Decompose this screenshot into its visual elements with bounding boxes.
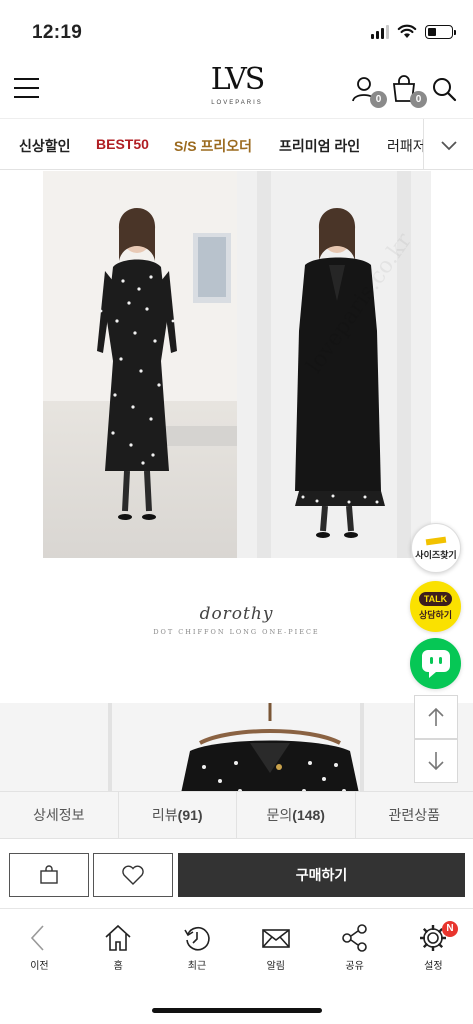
menu-icon[interactable] (14, 78, 39, 98)
home-icon (105, 924, 131, 951)
product-script-name: dorothy (199, 604, 274, 624)
status-icons (371, 24, 456, 39)
tab-related-label: 관련상품 (388, 807, 441, 823)
product-hero-image[interactable]: loveparis.co.kr (43, 171, 431, 558)
bottom-toolbar: 이전 홈 최근 알림 공유 N 설정 (0, 915, 473, 985)
tab-inquiries[interactable]: 문의 (148) (237, 792, 356, 838)
product-photo-coat: loveparis.co.kr (237, 171, 431, 558)
chat-bubble-icon (421, 649, 450, 678)
size-finder-label: 사이즈찾기 (415, 549, 457, 560)
tab-reviews-count: (91) (177, 807, 203, 823)
back-icon (31, 925, 44, 951)
tab-inquiries-label: 문의 (266, 807, 293, 823)
chevron-down-icon (440, 141, 457, 151)
tab-reviews[interactable]: 리뷰 (91) (119, 792, 237, 838)
battery-level (428, 27, 436, 36)
product-detail-image[interactable] (0, 703, 473, 798)
wifi-icon (397, 24, 417, 38)
brand-logo[interactable]: LVS LOVEPARIS (205, 62, 269, 106)
tab-details-label: 상세정보 (32, 807, 85, 823)
wishlist-button[interactable] (93, 853, 173, 897)
user-badge: 0 (370, 91, 387, 108)
header-icons: 0 0 (349, 74, 461, 108)
category-ss-preorder[interactable]: S/S 프리오더 (174, 136, 252, 156)
toolbar-home-label: 홈 (113, 961, 123, 972)
detail-tabs: 상세정보 리뷰 (91) 문의 (148) 관련상품 (0, 791, 473, 839)
home-indicator (152, 1008, 322, 1013)
product-photo-dress (43, 171, 237, 558)
toolbar-recent[interactable]: 최근 (158, 915, 237, 985)
category-expand-button[interactable] (423, 119, 473, 169)
heart-icon (122, 865, 144, 885)
cellular-signal-icon (371, 24, 389, 39)
toolbar-back-label: 이전 (30, 961, 49, 972)
toolbar-share-label: 공유 (345, 961, 364, 972)
category-nav: 신상할인 BEST50 S/S 프리오더 프리미엄 라인 러패저 (0, 118, 473, 170)
consult-label: 상담하기 (418, 610, 453, 620)
arrow-down-icon (428, 752, 444, 771)
product-script-subtitle: DOT CHIFFON LONG ONE-PIECE (153, 628, 320, 636)
logo-mark: LVS (210, 62, 266, 97)
cart-badge: 0 (410, 91, 427, 108)
add-to-cart-button[interactable] (9, 853, 89, 897)
tab-reviews-label: 리뷰 (151, 807, 178, 823)
toolbar-settings-label: 설정 (424, 961, 443, 972)
toolbar-back[interactable]: 이전 (0, 915, 79, 985)
shopping-bag-icon (40, 865, 58, 884)
toolbar-alerts[interactable]: 알림 (236, 915, 315, 985)
status-bar: 12:19 (0, 0, 473, 60)
my-account-button[interactable]: 0 (349, 74, 387, 108)
share-icon (341, 924, 367, 952)
settings-new-badge: N (441, 921, 458, 937)
size-finder-button[interactable]: 사이즈찾기 (411, 523, 461, 573)
arrow-up-icon (428, 707, 444, 726)
scroll-bottom-button[interactable] (414, 739, 458, 783)
toolbar-share[interactable]: 공유 (315, 915, 394, 985)
purchase-bar: 구매하기 (0, 839, 473, 909)
scroll-top-button[interactable] (414, 695, 458, 739)
toolbar-settings[interactable]: N 설정 (394, 915, 473, 985)
category-premium-line[interactable]: 프리미엄 라인 (279, 136, 360, 156)
app-header: LVS LOVEPARIS 0 0 (0, 60, 473, 118)
buy-now-button[interactable]: 구매하기 (178, 853, 465, 897)
category-lovepaser[interactable]: 러패저 (387, 136, 426, 156)
product-name-script: dorothy DOT CHIFFON LONG ONE-PIECE (0, 604, 473, 636)
talk-bubble-icon: TALK (418, 592, 453, 606)
line-chat-button[interactable] (410, 638, 461, 689)
battery-icon (425, 24, 456, 39)
category-new-sale[interactable]: 신상할인 (19, 136, 71, 156)
dress-model-illustration (43, 171, 237, 520)
hanger-dress-illustration (0, 703, 473, 798)
status-time: 12:19 (32, 22, 83, 43)
tab-details[interactable]: 상세정보 (0, 792, 119, 838)
kakao-talk-button[interactable]: TALK 상담하기 (410, 581, 461, 632)
search-icon (433, 78, 457, 102)
toolbar-home[interactable]: 홈 (79, 915, 158, 985)
tab-inquiries-count: (148) (292, 807, 325, 823)
tab-related[interactable]: 관련상품 (356, 792, 473, 838)
coat-model-illustration (237, 171, 431, 558)
toolbar-recent-label: 최근 (187, 961, 207, 972)
cart-button[interactable]: 0 (389, 74, 427, 108)
category-best50[interactable]: BEST50 (96, 136, 149, 152)
mail-icon (261, 929, 290, 948)
search-button[interactable] (429, 74, 461, 106)
recent-icon (184, 927, 210, 951)
toolbar-alerts-label: 알림 (266, 961, 285, 972)
logo-text: LOVEPARIS (211, 100, 263, 106)
ruler-icon (425, 536, 447, 545)
